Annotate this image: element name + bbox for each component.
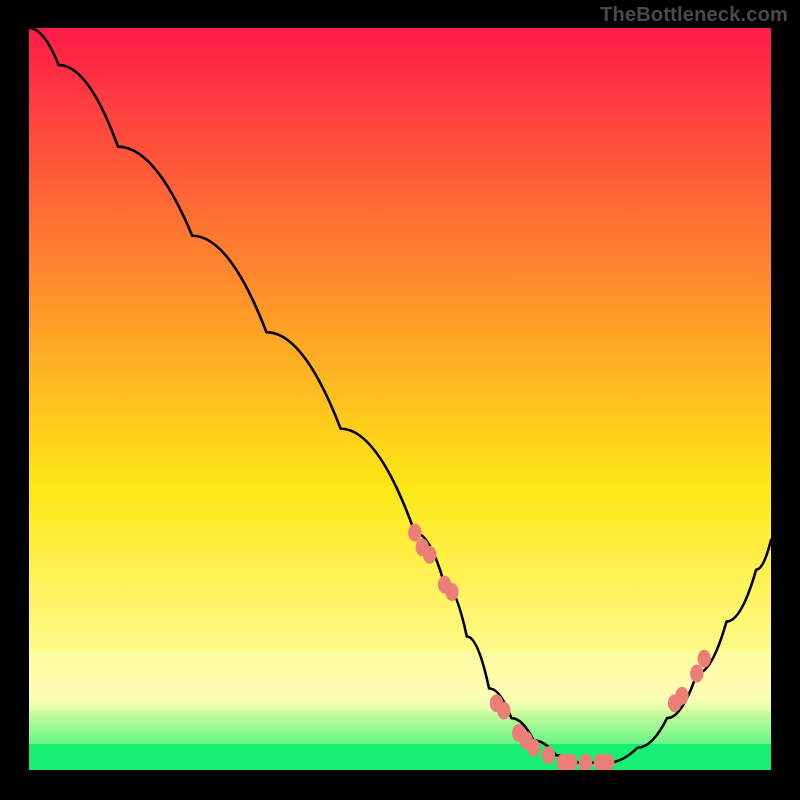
marker-dot	[527, 739, 540, 757]
marker-dot	[423, 546, 436, 564]
plot-area	[29, 28, 771, 770]
marker-dot	[542, 746, 555, 764]
marker-dot	[698, 650, 711, 668]
chart-stage: TheBottleneck.com	[0, 0, 800, 800]
marker-dot	[497, 702, 510, 720]
marker-dot	[408, 524, 421, 542]
pale-band	[29, 651, 771, 710]
watermark-text: TheBottleneck.com	[600, 4, 788, 27]
marker-dot	[445, 583, 458, 601]
marker-dot	[675, 687, 688, 705]
chart-svg	[29, 28, 771, 770]
marker-dot	[690, 665, 703, 683]
green-band	[29, 744, 771, 770]
